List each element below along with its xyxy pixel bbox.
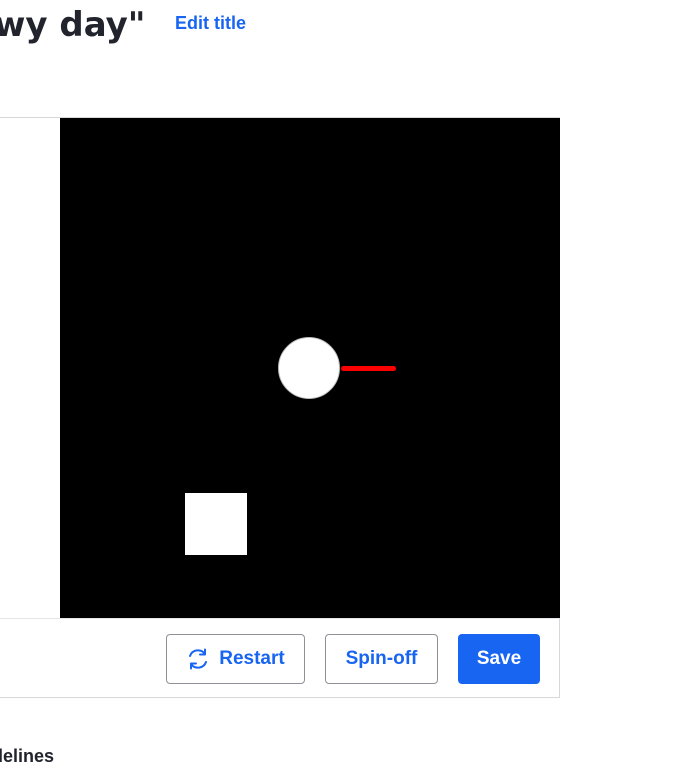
- edit-title-link[interactable]: Edit title: [175, 11, 246, 35]
- refresh-icon: [186, 647, 210, 671]
- output-canvas[interactable]: [60, 118, 560, 618]
- white-circle: [278, 337, 340, 399]
- save-button[interactable]: Save: [458, 634, 540, 684]
- spin-off-label: Spin-off: [345, 648, 418, 669]
- guidelines-heading: idelines: [0, 746, 55, 766]
- restart-button[interactable]: Restart: [166, 634, 305, 684]
- save-label: Save: [476, 648, 522, 669]
- white-square: [185, 493, 247, 555]
- red-line: [341, 366, 396, 371]
- spin-off-button[interactable]: Spin-off: [325, 634, 438, 684]
- restart-label: Restart: [219, 648, 285, 669]
- program-title: wy day": [0, 5, 146, 45]
- toolbar-divider: [0, 618, 560, 619]
